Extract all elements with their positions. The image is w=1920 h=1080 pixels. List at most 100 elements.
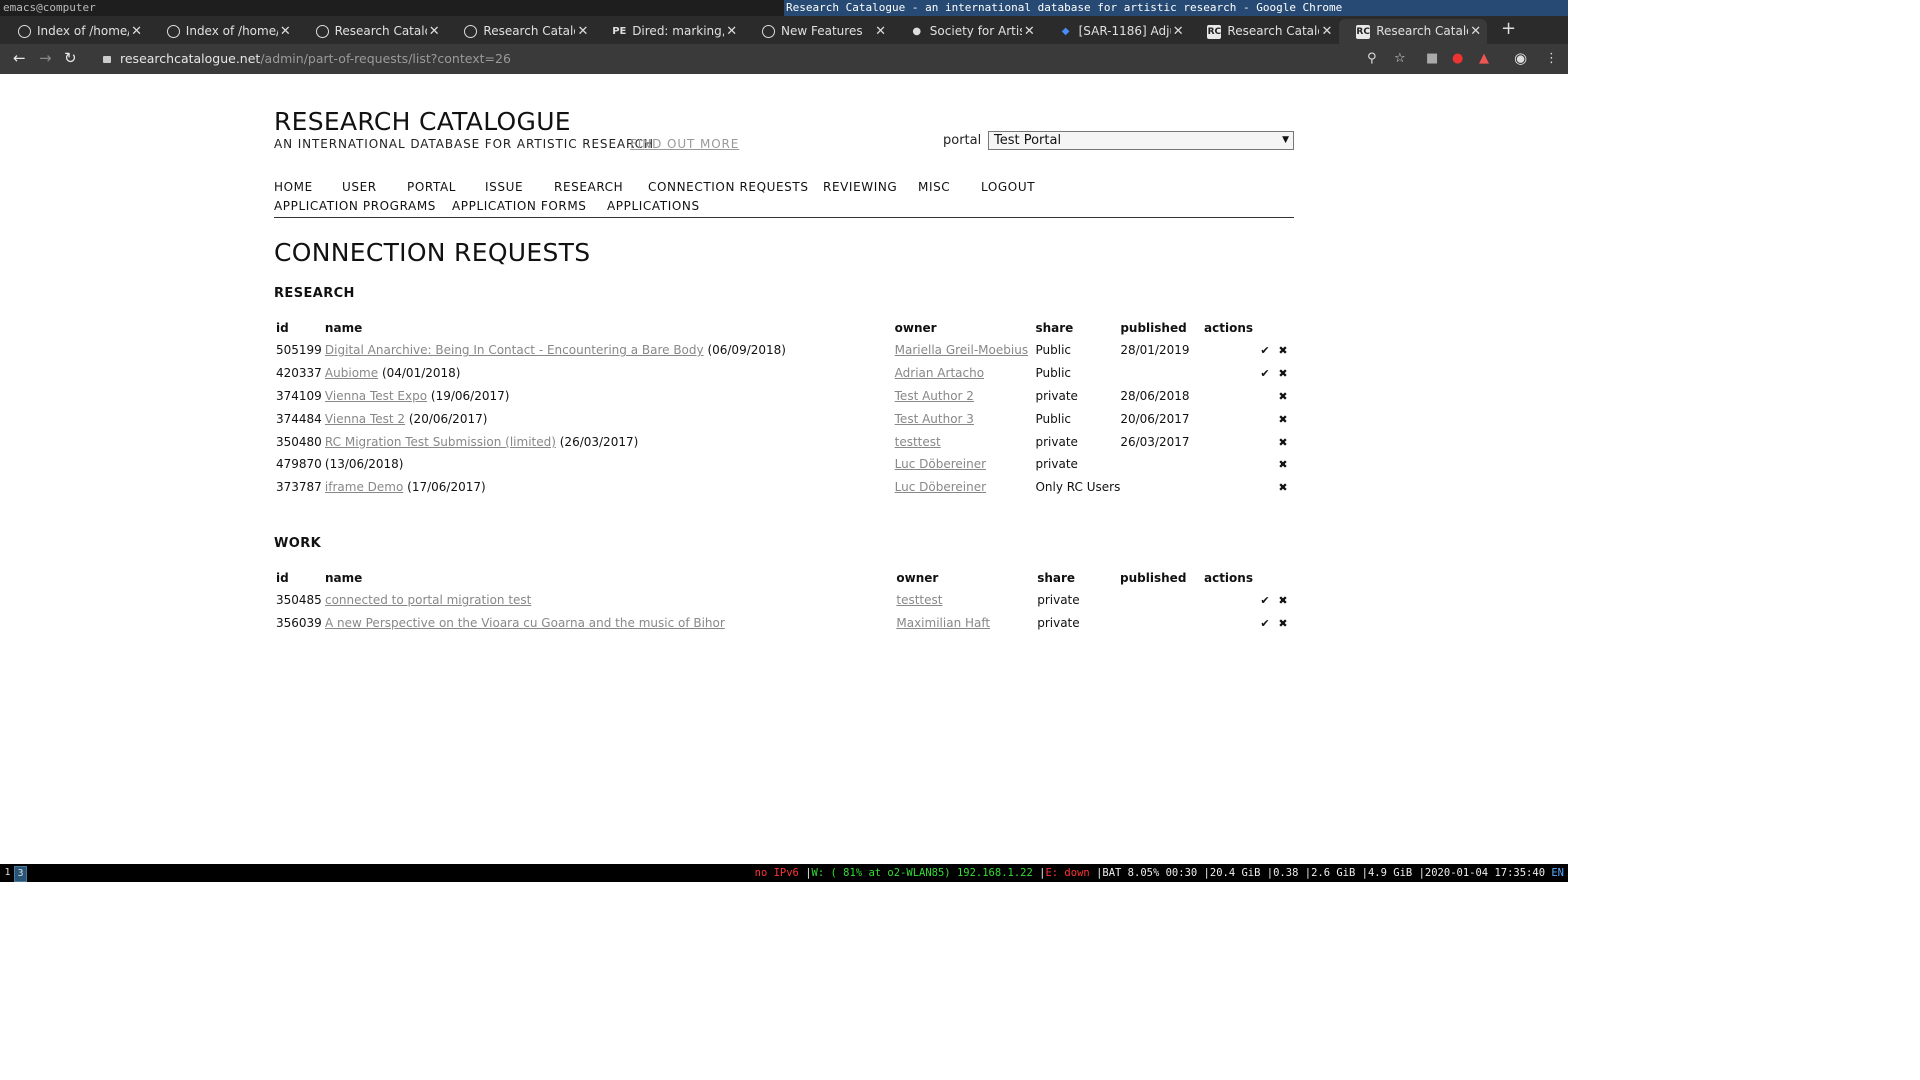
find-out-more-link[interactable]: FIND OUT MORE	[630, 137, 739, 151]
back-icon[interactable]: ←	[13, 49, 26, 67]
tab-close-icon[interactable]: ✕	[280, 19, 291, 44]
tab-close-icon[interactable]: ✕	[131, 19, 142, 44]
menu-item[interactable]: RESEARCH	[554, 180, 623, 194]
new-tab-button[interactable]: +	[1501, 18, 1516, 39]
menu-item[interactable]: LOGOUT	[981, 180, 1035, 194]
exposition-link[interactable]: Aubiome	[325, 366, 378, 380]
table-row: 356039 A new Perspective on the Vioara cu…	[274, 612, 1294, 635]
owner-link[interactable]: Mariella Greil-Moebius	[895, 343, 1028, 357]
menu-item[interactable]: REVIEWING	[823, 180, 897, 194]
table-header-row: id name owner share published actions	[274, 316, 1294, 339]
workspace-button-current[interactable]: 3	[14, 866, 27, 882]
row-owner-cell: Test Author 3	[895, 407, 1036, 430]
browser-tab[interactable]: Research Catalogu✕	[446, 19, 594, 44]
row-name-cell: Vienna Test 2 (20/06/2017)	[325, 407, 895, 430]
ipv6-status: no IPv6	[754, 867, 799, 879]
menu-item[interactable]: ISSUE	[485, 180, 523, 194]
reject-x-icon[interactable]: ✖	[1274, 617, 1292, 630]
extension-red-icon[interactable]: ●	[1452, 51, 1463, 66]
site-title[interactable]: RESEARCH CATALOGUE	[274, 107, 571, 136]
menu-item[interactable]: PORTAL	[407, 180, 456, 194]
browser-tab[interactable]: RC Research Catalogu✕	[1339, 19, 1488, 44]
tab-close-icon[interactable]: ✕	[1173, 19, 1184, 44]
research-requests-table: id name owner share published actions 505199 Di…	[274, 316, 1294, 499]
exposition-link[interactable]: RC Migration Test Submission (limited)	[325, 435, 556, 449]
reject-x-icon[interactable]: ✖	[1274, 458, 1292, 471]
row-published	[1120, 362, 1204, 385]
reload-icon[interactable]: ↻	[64, 49, 77, 67]
owner-link[interactable]: testtest	[895, 435, 941, 449]
exposition-link[interactable]: Vienna Test Expo	[325, 389, 427, 403]
owner-link[interactable]: Test Author 3	[895, 412, 974, 426]
browser-tab[interactable]: New Features ✕	[744, 19, 892, 44]
workspace-button[interactable]: 1	[2, 866, 13, 880]
owner-link[interactable]: Luc Döbereiner	[895, 480, 986, 494]
table-row: 420337 Aubiome (04/01/2018) Adrian Artacho…	[274, 362, 1294, 385]
rc-icon: RC	[1207, 25, 1222, 39]
accept-check-icon[interactable]: ✔	[1256, 344, 1274, 357]
extension-icon[interactable]: ■	[1426, 51, 1438, 66]
exposition-link[interactable]: A new Perspective on the Vioara cu Goarn…	[325, 616, 725, 630]
reject-x-icon[interactable]: ✖	[1274, 390, 1292, 403]
tab-close-icon[interactable]: ✕	[875, 19, 886, 44]
owner-link[interactable]: Test Author 2	[895, 389, 974, 403]
forward-icon[interactable]: →	[39, 49, 52, 67]
row-date: (20/06/2017)	[408, 411, 488, 426]
browser-tab[interactable]: PE Dired: marking, co✕	[595, 19, 743, 44]
owner-link[interactable]: Maximilian Haft	[896, 616, 990, 630]
reject-x-icon[interactable]: ✖	[1274, 481, 1292, 494]
tab-close-icon[interactable]: ✕	[726, 19, 737, 44]
menu-item[interactable]: CONNECTION REQUESTS	[648, 180, 809, 194]
reject-x-icon[interactable]: ✖	[1274, 367, 1292, 380]
row-actions: ✔ ✖	[1204, 612, 1294, 635]
table-row: 374109 Vienna Test Expo (19/06/2017) Test …	[274, 385, 1294, 408]
row-actions: ✔ ✖	[1204, 339, 1294, 362]
exposition-link[interactable]: iframe Demo	[325, 480, 403, 494]
exposition-link[interactable]: Vienna Test 2	[325, 412, 405, 426]
row-owner-cell: testtest	[895, 430, 1036, 453]
menu-item[interactable]: APPLICATION FORMS	[452, 199, 587, 213]
menu-item[interactable]: APPLICATIONS	[607, 199, 700, 213]
profile-avatar-icon[interactable]: ◉	[1514, 49, 1527, 67]
browser-tab[interactable]: Index of /home/lu✕	[149, 19, 297, 44]
address-bar[interactable]: researchcatalogue.net/admin/part-of-requ…	[90, 46, 1355, 72]
globe-icon	[18, 25, 31, 38]
menu-item[interactable]: APPLICATION PROGRAMS	[274, 199, 436, 213]
browser-tab[interactable]: Research Catalogu✕	[298, 19, 446, 44]
wifi-status: W: ( 81% at o2-WLAN85) 192.168.1.22	[811, 867, 1033, 879]
exposition-link[interactable]: connected to portal migration test	[325, 593, 531, 607]
owner-link[interactable]: Luc Döbereiner	[895, 457, 986, 471]
focused-app-label: emacs@computer	[3, 1, 96, 14]
owner-link[interactable]: Adrian Artacho	[895, 366, 984, 380]
reject-x-icon[interactable]: ✖	[1274, 594, 1292, 607]
bookmark-star-icon[interactable]: ☆	[1394, 51, 1406, 66]
reject-x-icon[interactable]: ✖	[1274, 413, 1292, 426]
table-row: 373787 iframe Demo (17/06/2017) Luc Döbere…	[274, 476, 1294, 499]
column-header-name: name	[324, 570, 363, 585]
accept-check-icon[interactable]: ✔	[1256, 594, 1274, 607]
accept-check-icon[interactable]: ✔	[1256, 367, 1274, 380]
browser-tab[interactable]: RC Research Catalogu✕	[1190, 19, 1338, 44]
reject-x-icon[interactable]: ✖	[1274, 436, 1292, 449]
tab-close-icon[interactable]: ✕	[1024, 19, 1035, 44]
menu-item[interactable]: USER	[342, 180, 377, 194]
menu-kebab-icon[interactable]: ⋮	[1545, 51, 1558, 66]
tab-close-icon[interactable]: ✕	[577, 19, 588, 44]
owner-link[interactable]: testtest	[896, 593, 942, 607]
tab-close-icon[interactable]: ✕	[1470, 19, 1481, 44]
menu-item[interactable]: MISC	[918, 180, 950, 194]
exposition-link[interactable]: Digital Anarchive: Being In Contact - En…	[325, 343, 704, 357]
portal-select[interactable]: Test Portal ▼	[988, 131, 1294, 150]
browser-tab[interactable]: ◆ [SAR-1186] Adjust✕	[1042, 19, 1190, 44]
row-actions: ✖	[1204, 476, 1294, 499]
menu-item[interactable]: HOME	[274, 180, 313, 194]
browser-tab[interactable]: ● Society for Artisti✕	[893, 19, 1041, 44]
row-share: private	[1037, 593, 1080, 608]
browser-tab[interactable]: Index of /home/lu✕	[0, 19, 148, 44]
accept-check-icon[interactable]: ✔	[1256, 617, 1274, 630]
reject-x-icon[interactable]: ✖	[1274, 344, 1292, 357]
zoom-icon[interactable]: ⚲	[1367, 51, 1377, 66]
tab-close-icon[interactable]: ✕	[1321, 19, 1332, 44]
tab-close-icon[interactable]: ✕	[429, 19, 440, 44]
extension-alert-icon[interactable]: ▲	[1479, 51, 1489, 66]
